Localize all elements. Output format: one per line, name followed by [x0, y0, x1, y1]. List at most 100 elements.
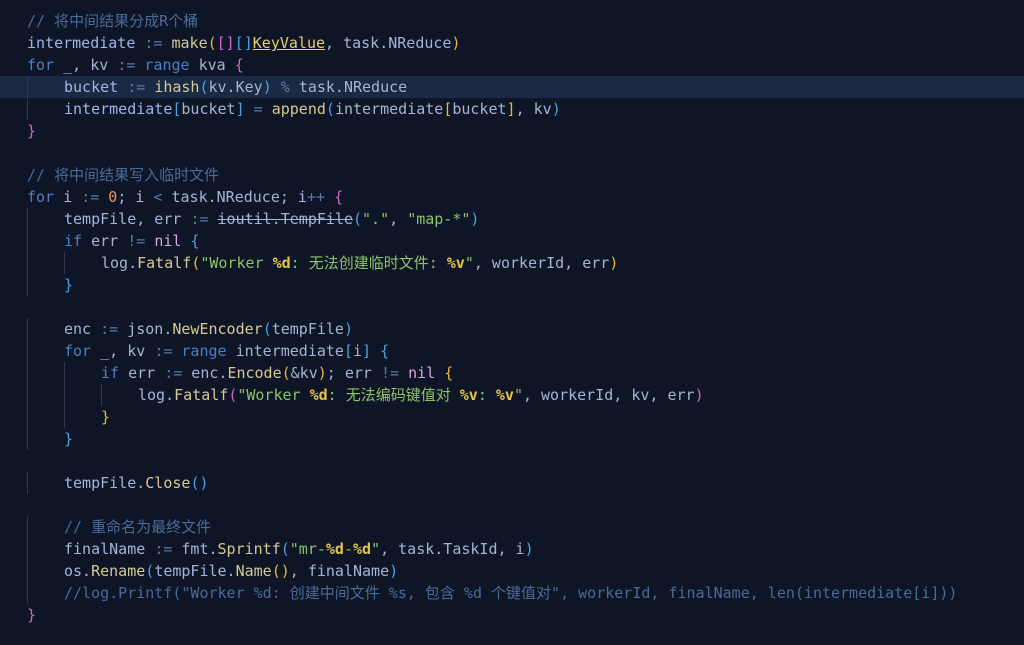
- code-token: enc.: [182, 364, 228, 382]
- code-line[interactable]: log.Fatalf("Worker %d: 无法创建临时文件: %v", wo…: [0, 252, 1024, 274]
- code-token: {: [234, 56, 244, 74]
- code-token: (: [262, 320, 272, 338]
- code-token: Close: [145, 474, 191, 492]
- code-token: KeyValue: [252, 34, 326, 52]
- code-token: make: [171, 34, 208, 52]
- code-token: task.NReduce; i: [162, 188, 307, 206]
- code-token: ; i: [117, 188, 154, 206]
- code-token: intermediate: [27, 34, 136, 52]
- code-line[interactable]: for i := 0; i < task.NReduce; i++ {: [0, 186, 1024, 208]
- code-token: for: [27, 56, 55, 74]
- code-line[interactable]: [0, 450, 1024, 472]
- code-line[interactable]: for _, kv := range intermediate[i] {: [0, 340, 1024, 362]
- code-line[interactable]: bucket := ihash(kv.Key) % task.NReduce: [0, 76, 1024, 98]
- code-line[interactable]: //log.Printf("Worker %d: 创建中间文件 %s, 包含 %…: [0, 582, 1024, 604]
- indent-guide: [27, 406, 28, 428]
- code-token: !=: [127, 232, 146, 250]
- code-token: ihash: [154, 78, 200, 96]
- code-token: }: [64, 276, 74, 294]
- code-line[interactable]: }: [0, 274, 1024, 296]
- code-token: ): [470, 210, 480, 228]
- code-line[interactable]: [0, 142, 1024, 164]
- code-line[interactable]: os.Rename(tempFile.Name(), finalName): [0, 560, 1024, 582]
- code-token: ]: [362, 342, 372, 360]
- code-token: 0: [108, 188, 118, 206]
- code-token: (: [207, 34, 217, 52]
- code-token: , task.TaskId, i: [380, 540, 525, 558]
- indent-guide: [27, 362, 28, 384]
- code-line[interactable]: }: [0, 604, 1024, 626]
- indent-guide: [27, 98, 28, 120]
- indent-guide: [27, 472, 28, 494]
- indent-guide: [27, 428, 28, 450]
- code-line[interactable]: enc := json.NewEncoder(tempFile): [0, 318, 1024, 340]
- code-token: [: [343, 342, 353, 360]
- code-token: bucket: [452, 100, 507, 118]
- code-token: (: [228, 386, 238, 404]
- code-line[interactable]: // 将中间结果写入临时文件: [0, 164, 1024, 186]
- code-line[interactable]: }: [0, 406, 1024, 428]
- code-token: -: [343, 540, 353, 558]
- code-token: :=: [164, 364, 183, 382]
- code-token: os.: [64, 562, 92, 580]
- code-line[interactable]: // 将中间结果分成R个桶: [0, 10, 1024, 32]
- code-line[interactable]: if err != nil {: [0, 230, 1024, 252]
- code-token: %d: [272, 254, 291, 272]
- code-line[interactable]: finalName := fmt.Sprintf("mr-%d-%d", tas…: [0, 538, 1024, 560]
- code-line[interactable]: [0, 494, 1024, 516]
- code-line[interactable]: [0, 296, 1024, 318]
- code-line[interactable]: for _, kv := range kva {: [0, 54, 1024, 76]
- code-token: %d: [325, 540, 344, 558]
- code-token: , finalName: [289, 562, 390, 580]
- code-line[interactable]: intermediate := make([][]KeyValue, task.…: [0, 32, 1024, 54]
- code-line[interactable]: // 重命名为最终文件: [0, 516, 1024, 538]
- code-line[interactable]: }: [0, 120, 1024, 142]
- code-token: if: [101, 364, 120, 382]
- code-token: ): [389, 562, 399, 580]
- code-token: ; err: [326, 364, 381, 382]
- code-token: ioutil.TempFile: [217, 210, 353, 228]
- code-token: err: [82, 232, 128, 250]
- code-token: tempFile.: [64, 474, 146, 492]
- code-token: kva: [189, 56, 235, 74]
- code-token: , workerId, kv, err: [522, 386, 695, 404]
- code-token: =: [244, 100, 272, 118]
- code-token: , kv: [515, 100, 552, 118]
- code-token: range: [181, 342, 227, 360]
- code-token: : 无法编码键值对: [327, 386, 460, 404]
- code-token: bucket: [64, 78, 119, 96]
- code-line[interactable]: tempFile.Close(): [0, 472, 1024, 494]
- code-token: (: [199, 78, 209, 96]
- code-token: []: [216, 34, 235, 52]
- code-token: ".": [362, 210, 390, 228]
- code-token: , workerId, err: [473, 254, 610, 272]
- code-token: :=: [81, 188, 100, 206]
- code-token: []: [234, 34, 253, 52]
- code-token: {: [380, 342, 390, 360]
- code-token: "mr-: [289, 540, 326, 558]
- code-token: ): [551, 100, 561, 118]
- code-token: Encode: [227, 364, 282, 382]
- code-line[interactable]: log.Fatalf("Worker %d: 无法编码键值对 %v: %v", …: [0, 384, 1024, 406]
- code-line[interactable]: tempFile, err := ioutil.TempFile(".", "m…: [0, 208, 1024, 230]
- code-token: :=: [154, 540, 173, 558]
- code-token: }: [27, 122, 37, 140]
- indent-guide: [101, 384, 102, 406]
- code-token: ): [451, 34, 461, 52]
- code-editor[interactable]: // 将中间结果分成R个桶 intermediate := make([][]Ke…: [0, 10, 1024, 626]
- code-line[interactable]: if err := enc.Encode(&kv); err != nil {: [0, 362, 1024, 384]
- code-token: log.: [138, 386, 175, 404]
- code-line[interactable]: }: [0, 428, 1024, 450]
- code-token: %v: [446, 254, 465, 272]
- code-token: finalName: [64, 540, 155, 558]
- code-token: , task.NReduce: [325, 34, 452, 52]
- code-token: fmt.: [172, 540, 218, 558]
- indent-guide: [27, 318, 28, 340]
- indent-guide: [27, 384, 28, 406]
- code-token: %v: [459, 386, 478, 404]
- code-token: i: [54, 188, 82, 206]
- indent-guide: [64, 384, 65, 406]
- code-line[interactable]: intermediate[bucket] = append(intermedia…: [0, 98, 1024, 120]
